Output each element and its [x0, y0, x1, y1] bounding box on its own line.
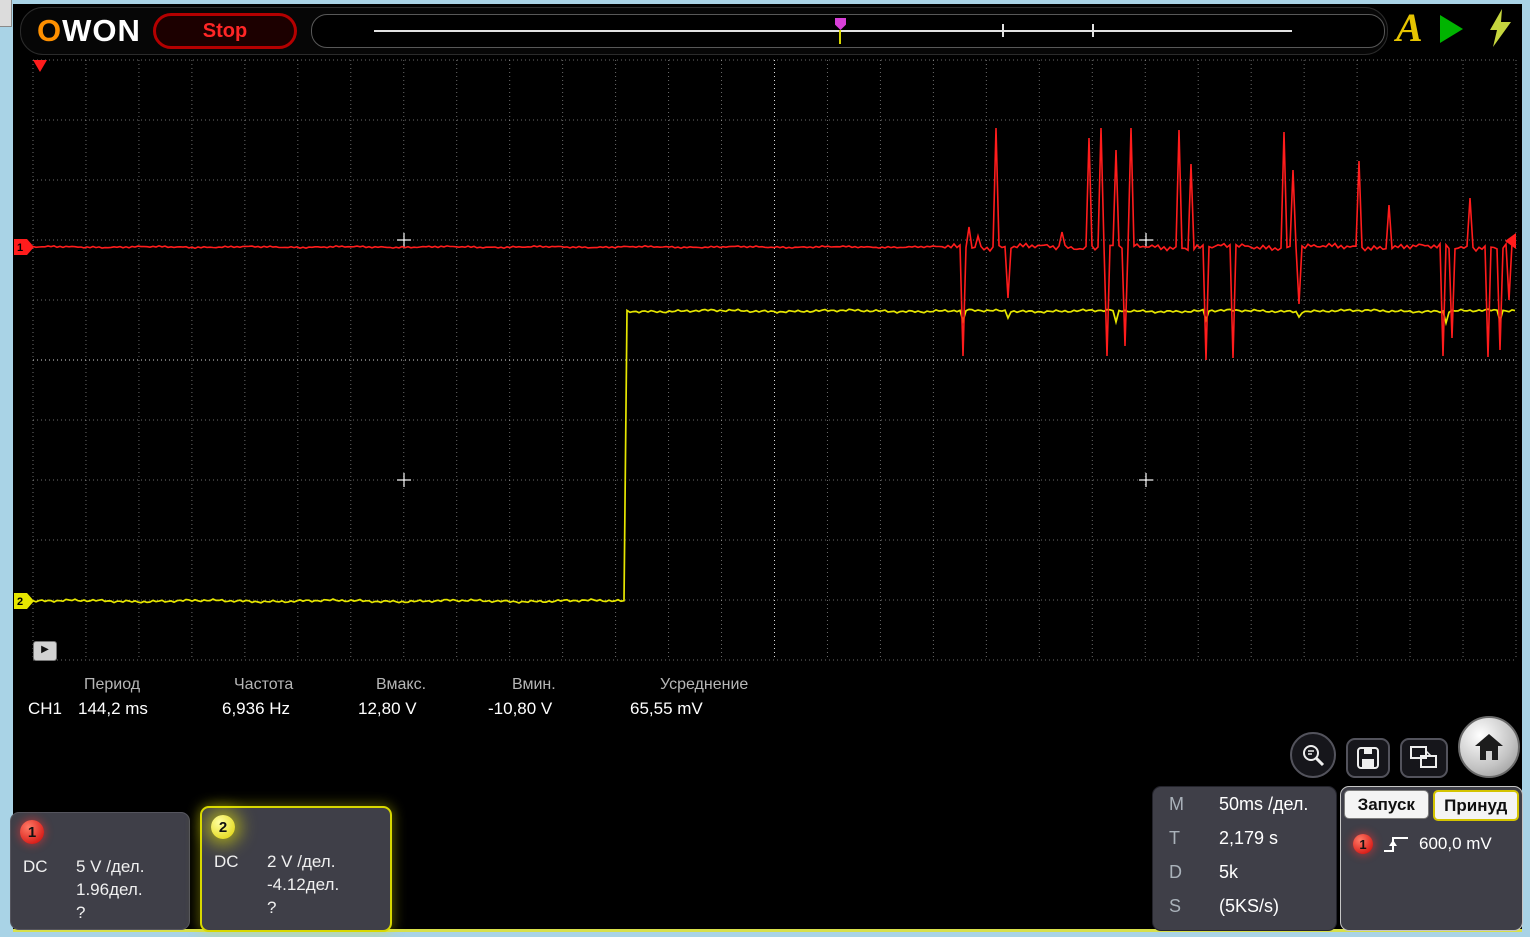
timebase-value: 5k — [1219, 862, 1238, 883]
trigger-force-button[interactable]: Принуд — [1433, 790, 1520, 821]
timebase-row-s: S(5KS/s) — [1153, 889, 1336, 923]
meas-label-period: Период — [78, 676, 228, 694]
timebase-key: M — [1169, 794, 1219, 815]
trigger-source-label: 1 — [1359, 837, 1366, 852]
logo-rest: WON — [62, 13, 141, 48]
timebase-value: 2,179 s — [1219, 828, 1278, 849]
channel1-coupling: DC — [23, 855, 76, 878]
channel1-badge-label: 1 — [28, 824, 36, 841]
timebase-panel[interactable]: M50ms /дел. T2,179 s D5k S(5KS/s) — [1152, 786, 1337, 931]
trigger-source-badge: 1 — [1353, 834, 1373, 854]
channel1-scale: 5 V /дел. — [76, 857, 144, 876]
channel1-panel[interactable]: 1 DC5 V /дел. 1.96дел. ? — [10, 812, 190, 930]
owon-logo: OWON — [37, 13, 141, 49]
channel2-panel[interactable]: 2 DC2 V /дел. -4.12дел. ? — [200, 806, 392, 932]
meas-value-vmax: 12,80 V — [358, 699, 488, 719]
channel-markers: 12 — [14, 60, 1516, 609]
meas-value-freq: 6,936 Hz — [222, 699, 358, 719]
timebase-row-t: T2,179 s — [1153, 821, 1336, 855]
memory-position-bar[interactable] — [311, 14, 1385, 48]
timebase-row-m: M50ms /дел. — [1153, 787, 1336, 821]
run-indicator-icon — [1440, 15, 1463, 43]
save-icon[interactable] — [1346, 738, 1390, 778]
timebase-value: 50ms /дел. — [1219, 794, 1308, 815]
svg-text:2: 2 — [17, 596, 23, 608]
measurements-row: Период Частота Вмакс. Вмин. Усреднение C… — [28, 676, 836, 719]
channel2-position: -4.12дел. — [267, 873, 339, 896]
svg-text:1: 1 — [17, 242, 23, 254]
trigger-position-tick — [839, 30, 841, 44]
run-stop-label: Stop — [203, 20, 247, 43]
timebase-row-d: D5k — [1153, 855, 1336, 889]
trigger-buttons: Запуск Принуд — [1341, 787, 1522, 821]
channel2-scale: 2 V /дел. — [267, 852, 335, 871]
memory-window-line — [374, 30, 1292, 32]
capture-icon[interactable] — [1290, 732, 1336, 778]
home-icon[interactable] — [1458, 716, 1520, 778]
trigger-panel[interactable]: Запуск Принуд 1 600,0 mV — [1340, 786, 1523, 931]
meas-value-vmin: -10,80 V — [488, 699, 630, 719]
graticule — [33, 60, 1516, 660]
trigger-position-marker[interactable] — [835, 18, 846, 30]
channel1-position: 1.96дел. — [76, 878, 144, 901]
lightning-icon — [1488, 8, 1514, 48]
meas-value-average: 65,55 mV — [630, 699, 806, 719]
top-bar: OWON Stop — [20, 7, 1388, 55]
channel2-badge: 2 — [211, 815, 235, 839]
measurement-labels: Период Частота Вмакс. Вмин. Усреднение — [78, 676, 836, 694]
copy-icon[interactable] — [1400, 738, 1448, 778]
channel1-badge: 1 — [20, 820, 44, 844]
channel2-extra: ? — [267, 896, 339, 919]
meas-label-vmax: Вмакс. — [370, 676, 506, 694]
timebase-key: T — [1169, 828, 1219, 849]
rising-edge-icon — [1382, 833, 1410, 855]
channel1-info: DC5 V /дел. 1.96дел. ? — [23, 855, 144, 924]
memory-tick — [1002, 24, 1004, 37]
channel2-coupling: DC — [214, 850, 267, 873]
logo-letter-o: O — [37, 13, 62, 48]
expand-menu-button[interactable]: ▶ — [33, 641, 57, 661]
meas-label-vmin: Вмин. — [506, 676, 654, 694]
auto-trigger-icon: A — [1396, 4, 1423, 51]
meas-label-freq: Частота — [228, 676, 370, 694]
trigger-level: 600,0 mV — [1419, 834, 1492, 854]
oscilloscope-app: { "top_bar": { "logo_o": "O", "logo_rest… — [0, 0, 1530, 937]
timebase-key: S — [1169, 896, 1219, 917]
trigger-run-button[interactable]: Запуск — [1344, 790, 1429, 819]
channel1-extra: ? — [76, 901, 144, 924]
channel2-info: DC2 V /дел. -4.12дел. ? — [214, 850, 339, 919]
memory-tick — [1092, 24, 1094, 37]
system-icons-row — [1290, 720, 1520, 778]
trigger-time-marker — [33, 60, 47, 72]
run-stop-button[interactable]: Stop — [153, 13, 297, 49]
meas-value-period: 144,2 ms — [78, 699, 222, 719]
timebase-value: (5KS/s) — [1219, 896, 1279, 917]
measurement-values: CH1 144,2 ms 6,936 Hz 12,80 V -10,80 V 6… — [28, 699, 836, 719]
meas-channel: CH1 — [28, 699, 78, 719]
trigger-source-row: 1 600,0 mV — [1341, 821, 1522, 855]
channel2-badge-label: 2 — [219, 819, 227, 836]
meas-label-average: Усреднение — [654, 676, 836, 694]
timebase-key: D — [1169, 862, 1219, 883]
